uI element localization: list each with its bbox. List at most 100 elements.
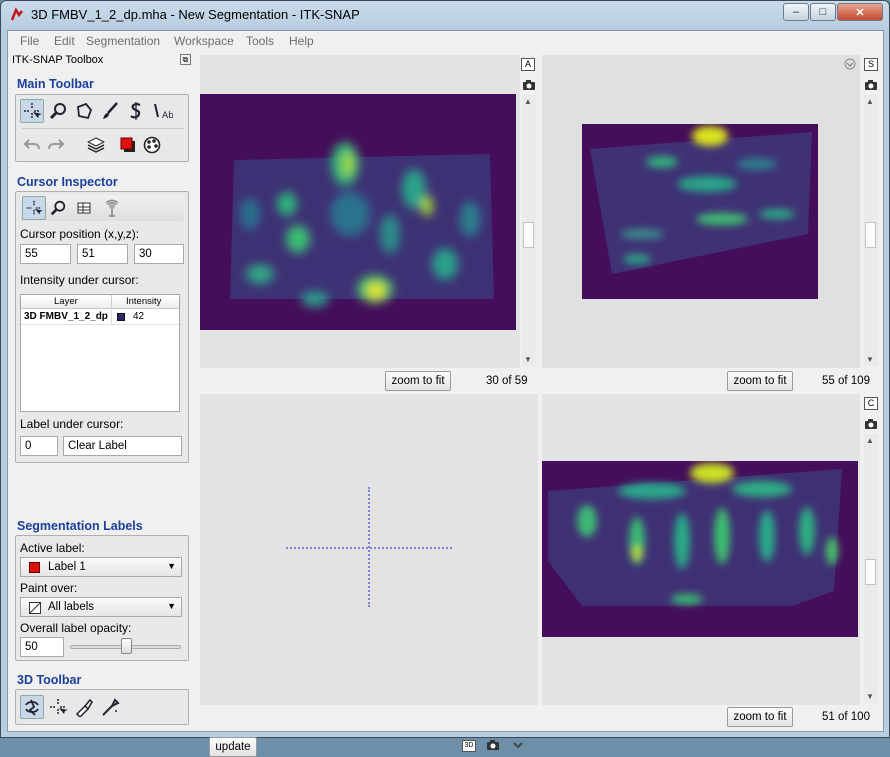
active-label-value: Label 1: [48, 561, 86, 573]
seg-labels-heading: Segmentation Labels: [17, 519, 143, 533]
sagittal-layout-button[interactable]: S: [864, 58, 878, 71]
polygon-tool-icon[interactable]: [72, 99, 96, 123]
menu-bar: File Edit Segmentation Workspace Tools H…: [8, 31, 883, 51]
undo-icon[interactable]: [20, 133, 44, 157]
seg-labels-panel: Active label: Label 1 ▼ Paint over: All …: [15, 535, 189, 661]
threed-camera-icon[interactable]: [486, 739, 500, 751]
cursor-inspector-heading: Cursor Inspector: [17, 175, 118, 189]
sagittal-slice-scrollbar[interactable]: ▲ ▼: [864, 95, 878, 366]
sagittal-viewport[interactable]: S ▲ ▼: [542, 55, 878, 368]
active-label-swatch: [29, 562, 40, 573]
paint-over-select[interactable]: All labels ▼: [20, 597, 182, 617]
axial-slice-image: [200, 94, 516, 330]
chevron-down-icon: ▼: [167, 601, 176, 611]
paint-over-label: Paint over:: [20, 581, 78, 595]
svg-text:Ab: Ab: [162, 111, 173, 121]
all-labels-icon: [29, 602, 41, 614]
cursor-y-field[interactable]: 51: [77, 244, 128, 264]
cursor-inspector-panel: Cursor position (x,y,z): 55 51 30 Intens…: [15, 191, 189, 463]
toolbar-3d: [15, 689, 189, 725]
palette-icon[interactable]: [140, 133, 164, 157]
crosshair-tool-icon[interactable]: [20, 99, 44, 123]
inspector-zoom-icon[interactable]: [46, 196, 70, 220]
title-bar: 3D FMBV_1_2_dp.mha - New Segmentation - …: [1, 1, 889, 29]
axial-slice-scrollbar[interactable]: ▲ ▼: [522, 95, 536, 366]
coronal-layout-button[interactable]: C: [864, 397, 878, 410]
axial-viewport[interactable]: A ▲ ▼: [200, 55, 536, 368]
menu-workspace[interactable]: Workspace: [174, 34, 234, 48]
threed-mode-icon[interactable]: 3D: [462, 740, 476, 752]
sagittal-zoom-to-fit-button[interactable]: zoom to fit: [727, 371, 793, 391]
itk-snap-logo-icon: [10, 7, 23, 21]
threed-viewport[interactable]: [200, 394, 538, 705]
paint-over-value: All labels: [48, 601, 95, 613]
client-area: File Edit Segmentation Workspace Tools H…: [7, 30, 884, 757]
coronal-slice-image: [542, 461, 858, 637]
slice-views-area: A ▲ ▼ zoom to fit 30 of 59 S ▲ ▼ zoom to…: [200, 51, 883, 757]
cursor-z-field[interactable]: 30: [134, 244, 184, 264]
axial-layout-button[interactable]: A: [521, 58, 535, 71]
main-toolbar-heading: Main Toolbar: [17, 77, 94, 91]
label-name-field: Clear Label: [63, 436, 182, 456]
paintbrush-tool-icon[interactable]: [98, 99, 122, 123]
label-id-field: 0: [20, 436, 58, 456]
toolbox-panel: ITK-SNAP Toolbox ⧉ Main Toolbar Ab Curso…: [8, 51, 194, 731]
intensity-swatch: [117, 313, 125, 321]
coronal-viewport[interactable]: C ▲ ▼: [542, 394, 878, 705]
update-3d-button[interactable]: update: [209, 737, 257, 757]
spray-3d-icon[interactable]: [98, 695, 122, 719]
cursor-position-label: Cursor position (x,y,z):: [20, 227, 140, 241]
inspector-sync-icon[interactable]: [100, 196, 124, 220]
chevron-down-icon[interactable]: [512, 741, 524, 751]
axial-camera-icon[interactable]: [522, 79, 536, 91]
toolbar-3d-heading: 3D Toolbar: [17, 673, 82, 687]
inspector-table-icon[interactable]: [72, 196, 96, 220]
opacity-slider-thumb[interactable]: [120, 638, 132, 654]
sagittal-options-icon[interactable]: [844, 58, 856, 70]
sagittal-slice-counter: 55 of 109: [822, 375, 870, 387]
table-row[interactable]: 3D FMBV_1_2_dp 42: [21, 310, 179, 325]
menu-segmentation[interactable]: Segmentation: [86, 34, 160, 48]
active-label-select[interactable]: Label 1 ▼: [20, 557, 182, 577]
coronal-camera-icon[interactable]: [864, 418, 878, 430]
annotation-tool-icon[interactable]: Ab: [150, 99, 174, 123]
layers-icon[interactable]: [84, 133, 108, 157]
intensity-table: Layer Intensity 3D FMBV_1_2_dp 42: [20, 294, 180, 412]
coronal-slice-scrollbar[interactable]: ▲ ▼: [864, 434, 878, 703]
intensity-label: Intensity under cursor:: [20, 273, 139, 287]
active-label-label: Active label:: [20, 541, 85, 555]
row-layer-name: 3D FMBV_1_2_dp: [24, 311, 108, 322]
opacity-field[interactable]: 50: [20, 637, 64, 657]
snake-tool-icon[interactable]: [124, 99, 148, 123]
label-under-cursor-label: Label under cursor:: [20, 417, 124, 431]
row-intensity: 42: [133, 311, 145, 322]
window-title: 3D FMBV_1_2_dp.mha - New Segmentation - …: [31, 7, 360, 22]
app-window: 3D FMBV_1_2_dp.mha - New Segmentation - …: [0, 0, 890, 757]
toolbox-title: ITK-SNAP Toolbox: [12, 54, 104, 66]
scalpel-3d-icon[interactable]: [72, 695, 96, 719]
coronal-slice-counter: 51 of 100: [822, 711, 870, 723]
sagittal-camera-icon[interactable]: [864, 79, 878, 91]
cursor-x-field[interactable]: 55: [20, 244, 71, 264]
maximize-button[interactable]: □: [810, 3, 836, 21]
menu-help[interactable]: Help: [289, 34, 314, 48]
rotate-3d-icon[interactable]: [20, 695, 44, 719]
chevron-down-icon: ▼: [167, 561, 176, 571]
col-layer-header[interactable]: Layer: [54, 296, 78, 307]
menu-edit[interactable]: Edit: [54, 34, 75, 48]
axial-slice-counter: 30 of 59: [486, 375, 528, 387]
redo-icon[interactable]: [44, 133, 68, 157]
zoom-tool-icon[interactable]: [46, 99, 70, 123]
minimize-button[interactable]: –: [783, 3, 809, 21]
close-button[interactable]: ✕: [837, 3, 883, 21]
inspector-crosshair-icon[interactable]: [22, 196, 46, 220]
coronal-zoom-to-fit-button[interactable]: zoom to fit: [727, 707, 793, 727]
menu-file[interactable]: File: [20, 34, 39, 48]
axial-zoom-to-fit-button[interactable]: zoom to fit: [385, 371, 451, 391]
crosshair-3d-icon[interactable]: [46, 695, 70, 719]
menu-tools[interactable]: Tools: [246, 34, 274, 48]
label-color-icon[interactable]: [116, 133, 140, 157]
float-panel-button[interactable]: ⧉: [180, 54, 191, 65]
main-toolbar: Ab: [15, 94, 189, 162]
col-intensity-header[interactable]: Intensity: [126, 296, 161, 307]
